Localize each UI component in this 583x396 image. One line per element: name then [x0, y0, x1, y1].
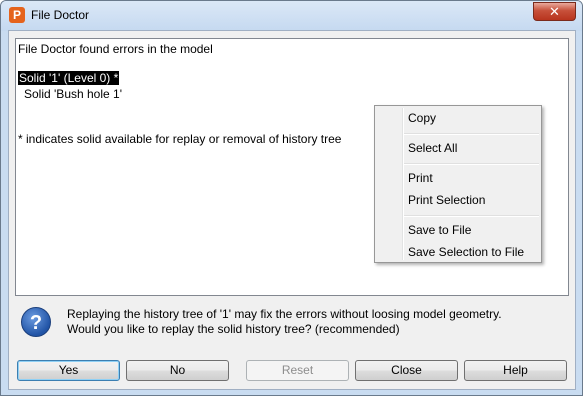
report-solid-1[interactable]: Solid '1' (Level 0) *: [18, 71, 120, 85]
app-icon: P: [9, 7, 25, 23]
reset-button[interactable]: Reset: [246, 360, 349, 381]
menu-separator: [404, 163, 539, 165]
menu-gutter: [402, 108, 404, 260]
report-solid-bush-hole[interactable]: Solid 'Bush hole 1': [24, 87, 122, 101]
dialog-body: File Doctor found errors in the model So…: [8, 30, 576, 390]
menu-item-save-selection-to-file[interactable]: Save Selection to File: [408, 245, 524, 259]
window-close-button[interactable]: ✕: [533, 2, 576, 21]
selected-text: Solid '1' (Level 0) *: [18, 71, 120, 85]
menu-separator: [404, 215, 539, 217]
context-menu: Copy Select All Print Print Selection Sa…: [374, 105, 542, 263]
window-title: File Doctor: [31, 8, 90, 22]
file-doctor-window: P File Doctor ✕ File Doctor found errors…: [0, 0, 583, 396]
no-button[interactable]: No: [126, 360, 229, 381]
menu-item-save-to-file[interactable]: Save to File: [408, 223, 471, 237]
menu-item-print-selection[interactable]: Print Selection: [408, 193, 485, 207]
message-line-1: Replaying the history tree of '1' may fi…: [67, 307, 502, 321]
report-note: * indicates solid available for replay o…: [18, 132, 342, 146]
menu-separator: [404, 133, 539, 135]
close-button[interactable]: Close: [355, 360, 458, 381]
report-header: File Doctor found errors in the model: [18, 42, 213, 56]
menu-item-select-all[interactable]: Select All: [408, 141, 457, 155]
title-bar[interactable]: P File Doctor ✕: [1, 1, 582, 31]
question-icon: ?: [21, 307, 51, 337]
report-text-area[interactable]: File Doctor found errors in the model So…: [15, 38, 569, 296]
help-button[interactable]: Help: [464, 360, 567, 381]
message-line-2: Would you like to replay the solid histo…: [67, 322, 400, 336]
menu-item-print[interactable]: Print: [408, 171, 433, 185]
yes-button[interactable]: Yes: [17, 360, 120, 381]
menu-item-copy[interactable]: Copy: [408, 111, 436, 125]
